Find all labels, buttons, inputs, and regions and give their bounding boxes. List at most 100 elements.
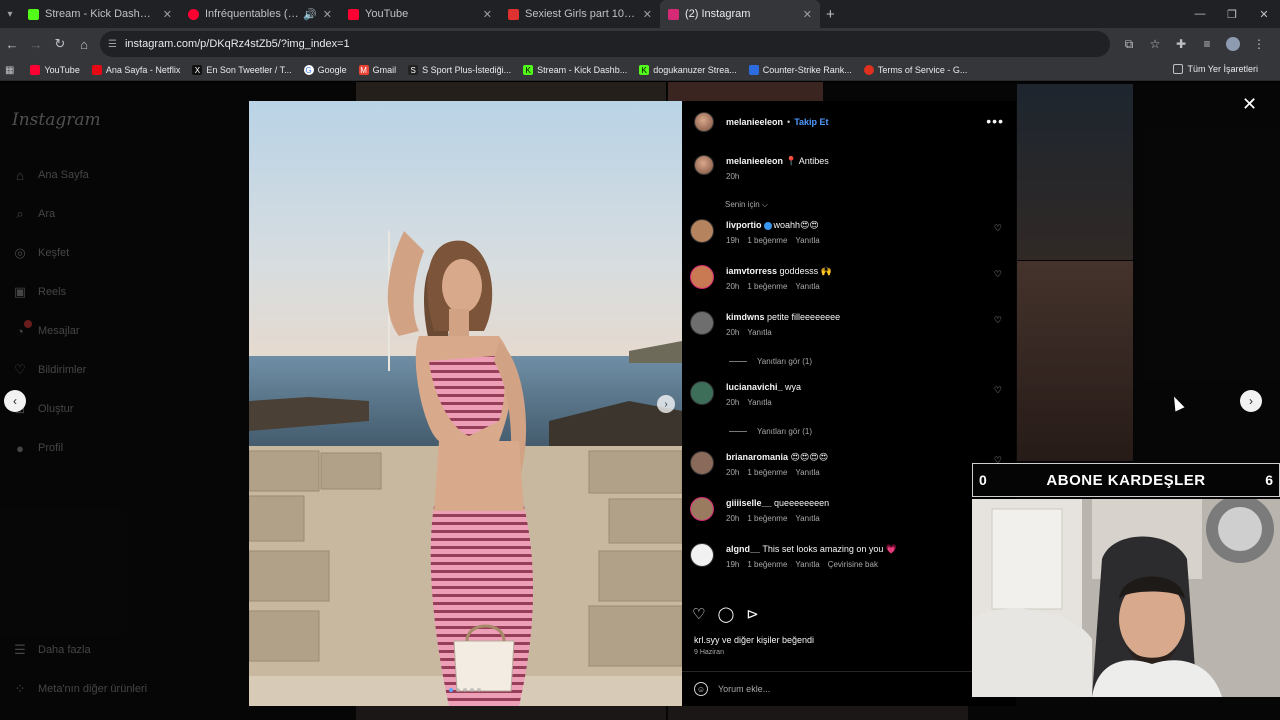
liked-by-text[interactable]: krl.syy ve diğer kişiler beğendi [694, 635, 814, 645]
reply-button[interactable]: Yanıtla [795, 236, 819, 245]
like-comment-heart-icon[interactable]: ♡ [994, 223, 1002, 234]
commenter-avatar[interactable] [690, 451, 714, 475]
restore-icon[interactable]: ❐ [1216, 0, 1248, 28]
commenter-avatar[interactable] [690, 311, 714, 335]
comment-sort-dropdown[interactable]: Senin için ⌵ [725, 200, 768, 210]
comment-time[interactable]: 20h [726, 328, 739, 337]
like-comment-heart-icon[interactable]: ♡ [994, 315, 1002, 326]
commenter-username[interactable]: livportio [726, 220, 762, 230]
comment-likes[interactable]: 1 beğenme [747, 514, 787, 523]
tab-instagram[interactable]: (2) Instagram ✕ [660, 0, 820, 28]
close-tab-icon[interactable]: ✕ [803, 8, 812, 21]
reply-button[interactable]: Yanıtla [795, 560, 819, 569]
comment-time[interactable]: 19h [726, 560, 739, 569]
post-photo[interactable]: › [249, 101, 682, 706]
close-tab-icon[interactable]: ✕ [643, 8, 652, 21]
next-post-icon[interactable]: › [1240, 390, 1262, 412]
caption-location[interactable]: 📍 Antibes [786, 156, 829, 166]
commenter-avatar[interactable] [690, 381, 714, 405]
bookmark-kick-dashboard[interactable]: K Stream - Kick Dashb... [523, 65, 627, 75]
bookmark-terms[interactable]: Terms of Service - G... [863, 65, 967, 75]
add-comment-bar[interactable]: ☺ Yorum ekle... [682, 671, 1016, 706]
like-comment-heart-icon[interactable]: ♡ [994, 385, 1002, 396]
reload-icon[interactable]: ↻ [48, 32, 72, 56]
bookmark-kick-stream[interactable]: Kdogukanuzer Strea... [639, 65, 737, 75]
bookmark-ssport[interactable]: SS Sport Plus-İstediği... [408, 65, 511, 75]
caption-username[interactable]: melanieeleon [726, 156, 783, 166]
extensions-icon[interactable]: ✚ [1168, 32, 1194, 56]
commenter-avatar[interactable] [690, 497, 714, 521]
bookmark-youtube[interactable]: YouTube [30, 65, 80, 75]
commenter-avatar[interactable] [690, 543, 714, 567]
add-comment-input[interactable]: Yorum ekle... [718, 684, 770, 694]
share-send-icon[interactable]: ⊳ [746, 605, 759, 623]
install-app-icon[interactable]: ⧉ [1116, 32, 1142, 56]
profile-avatar-icon[interactable] [1226, 37, 1240, 51]
author-avatar[interactable] [694, 155, 714, 175]
comment-bubble-icon[interactable]: ◯ [717, 605, 734, 623]
comment-time[interactable]: 20h [726, 468, 739, 477]
view-replies-button[interactable]: Yanıtları gör (1) [729, 427, 812, 436]
media-control-icon[interactable]: ≡ [1194, 32, 1220, 56]
all-bookmarks[interactable]: Tüm Yer İşaretleri [1173, 64, 1258, 74]
home-icon[interactable]: ⌂ [72, 32, 96, 56]
see-translation-button[interactable]: Çevirisine bak [828, 560, 878, 569]
follow-button[interactable]: Takip Et [794, 117, 828, 127]
comment-likes[interactable]: 1 beğenme [747, 282, 787, 291]
comment-likes[interactable]: 1 beğenme [747, 236, 787, 245]
commenter-username[interactable]: brianaromania [726, 452, 788, 462]
caption-time[interactable]: 20h [726, 172, 739, 181]
minimize-icon[interactable]: — [1184, 0, 1216, 28]
tab-infrequentables[interactable]: Infréquentables (feat. Booba) 🔊 ✕ [180, 0, 340, 28]
comment-time[interactable]: 20h [726, 398, 739, 407]
bookmark-counter-strike[interactable]: Counter-Strike Rank... [748, 65, 852, 75]
bookmark-x[interactable]: X En Son Tweetler / T... [192, 65, 292, 75]
author-avatar[interactable] [694, 112, 714, 132]
bookmark-netflix[interactable]: Ana Sayfa - Netflix [91, 65, 180, 75]
view-replies-button[interactable]: Yanıtları gör (1) [729, 357, 812, 366]
reply-button[interactable]: Yanıtla [795, 282, 819, 291]
browser-menu-icon[interactable]: ⋮ [1246, 32, 1272, 56]
bookmark-star-icon[interactable]: ☆ [1142, 32, 1168, 56]
close-tab-icon[interactable]: ✕ [483, 8, 492, 21]
comment-time[interactable]: 20h [726, 282, 739, 291]
close-window-icon[interactable]: ✕ [1248, 0, 1280, 28]
back-arrow-icon[interactable]: ← [0, 32, 24, 56]
speaker-icon[interactable]: 🔊 [303, 8, 317, 21]
previous-post-icon[interactable]: ‹ [4, 390, 26, 412]
reply-button[interactable]: Yanıtla [795, 468, 819, 477]
like-comment-heart-icon[interactable]: ♡ [994, 269, 1002, 280]
comment-likes[interactable]: 1 beğenme [747, 468, 787, 477]
commenter-username[interactable]: lucianavichi_ [726, 382, 783, 392]
bookmark-gmail[interactable]: M Gmail [358, 65, 396, 75]
more-options-icon[interactable]: ••• [986, 113, 1004, 129]
commenter-avatar[interactable] [690, 265, 714, 289]
commenter-username[interactable]: giiiiselle__ [726, 498, 772, 508]
emoji-icon[interactable]: ☺ [694, 682, 708, 696]
close-tab-icon[interactable]: ✕ [323, 8, 332, 21]
apps-grid-icon[interactable]: ▦ [5, 65, 14, 76]
forward-arrow-icon[interactable]: → [24, 32, 48, 56]
carousel-next-icon[interactable]: › [657, 395, 675, 413]
bookmark-google[interactable]: G Google [303, 65, 347, 75]
commenter-username[interactable]: algnd__ [726, 544, 760, 554]
reply-button[interactable]: Yanıtla [795, 514, 819, 523]
tab-kick-dashboard[interactable]: Stream - Kick Dashboard ✕ [20, 0, 180, 28]
comment-likes[interactable]: 1 beğenme [747, 560, 787, 569]
comment-time[interactable]: 19h [726, 236, 739, 245]
close-modal-icon[interactable]: ✕ [1242, 94, 1257, 115]
address-bar[interactable]: ☰ instagram.com/p/DKqRz4stZb5/?img_index… [100, 31, 1110, 57]
commenter-username[interactable]: iamvtorress [726, 266, 777, 276]
new-tab-button[interactable]: + [826, 0, 835, 28]
author-username[interactable]: melanieeleon [726, 117, 783, 127]
tab-youtube[interactable]: YouTube ✕ [340, 0, 500, 28]
commenter-avatar[interactable] [690, 219, 714, 243]
like-heart-icon[interactable]: ♡ [692, 605, 705, 623]
reply-button[interactable]: Yanıtla [747, 398, 771, 407]
tab-uwufufu[interactable]: Sexiest Girls part 10 | UwUFUFU ✕ [500, 0, 660, 28]
comment-time[interactable]: 20h [726, 514, 739, 523]
site-info-icon[interactable]: ☰ [108, 39, 117, 50]
reply-button[interactable]: Yanıtla [747, 328, 771, 337]
close-tab-icon[interactable]: ✕ [163, 8, 172, 21]
tab-search-icon[interactable]: ▾ [0, 0, 20, 28]
